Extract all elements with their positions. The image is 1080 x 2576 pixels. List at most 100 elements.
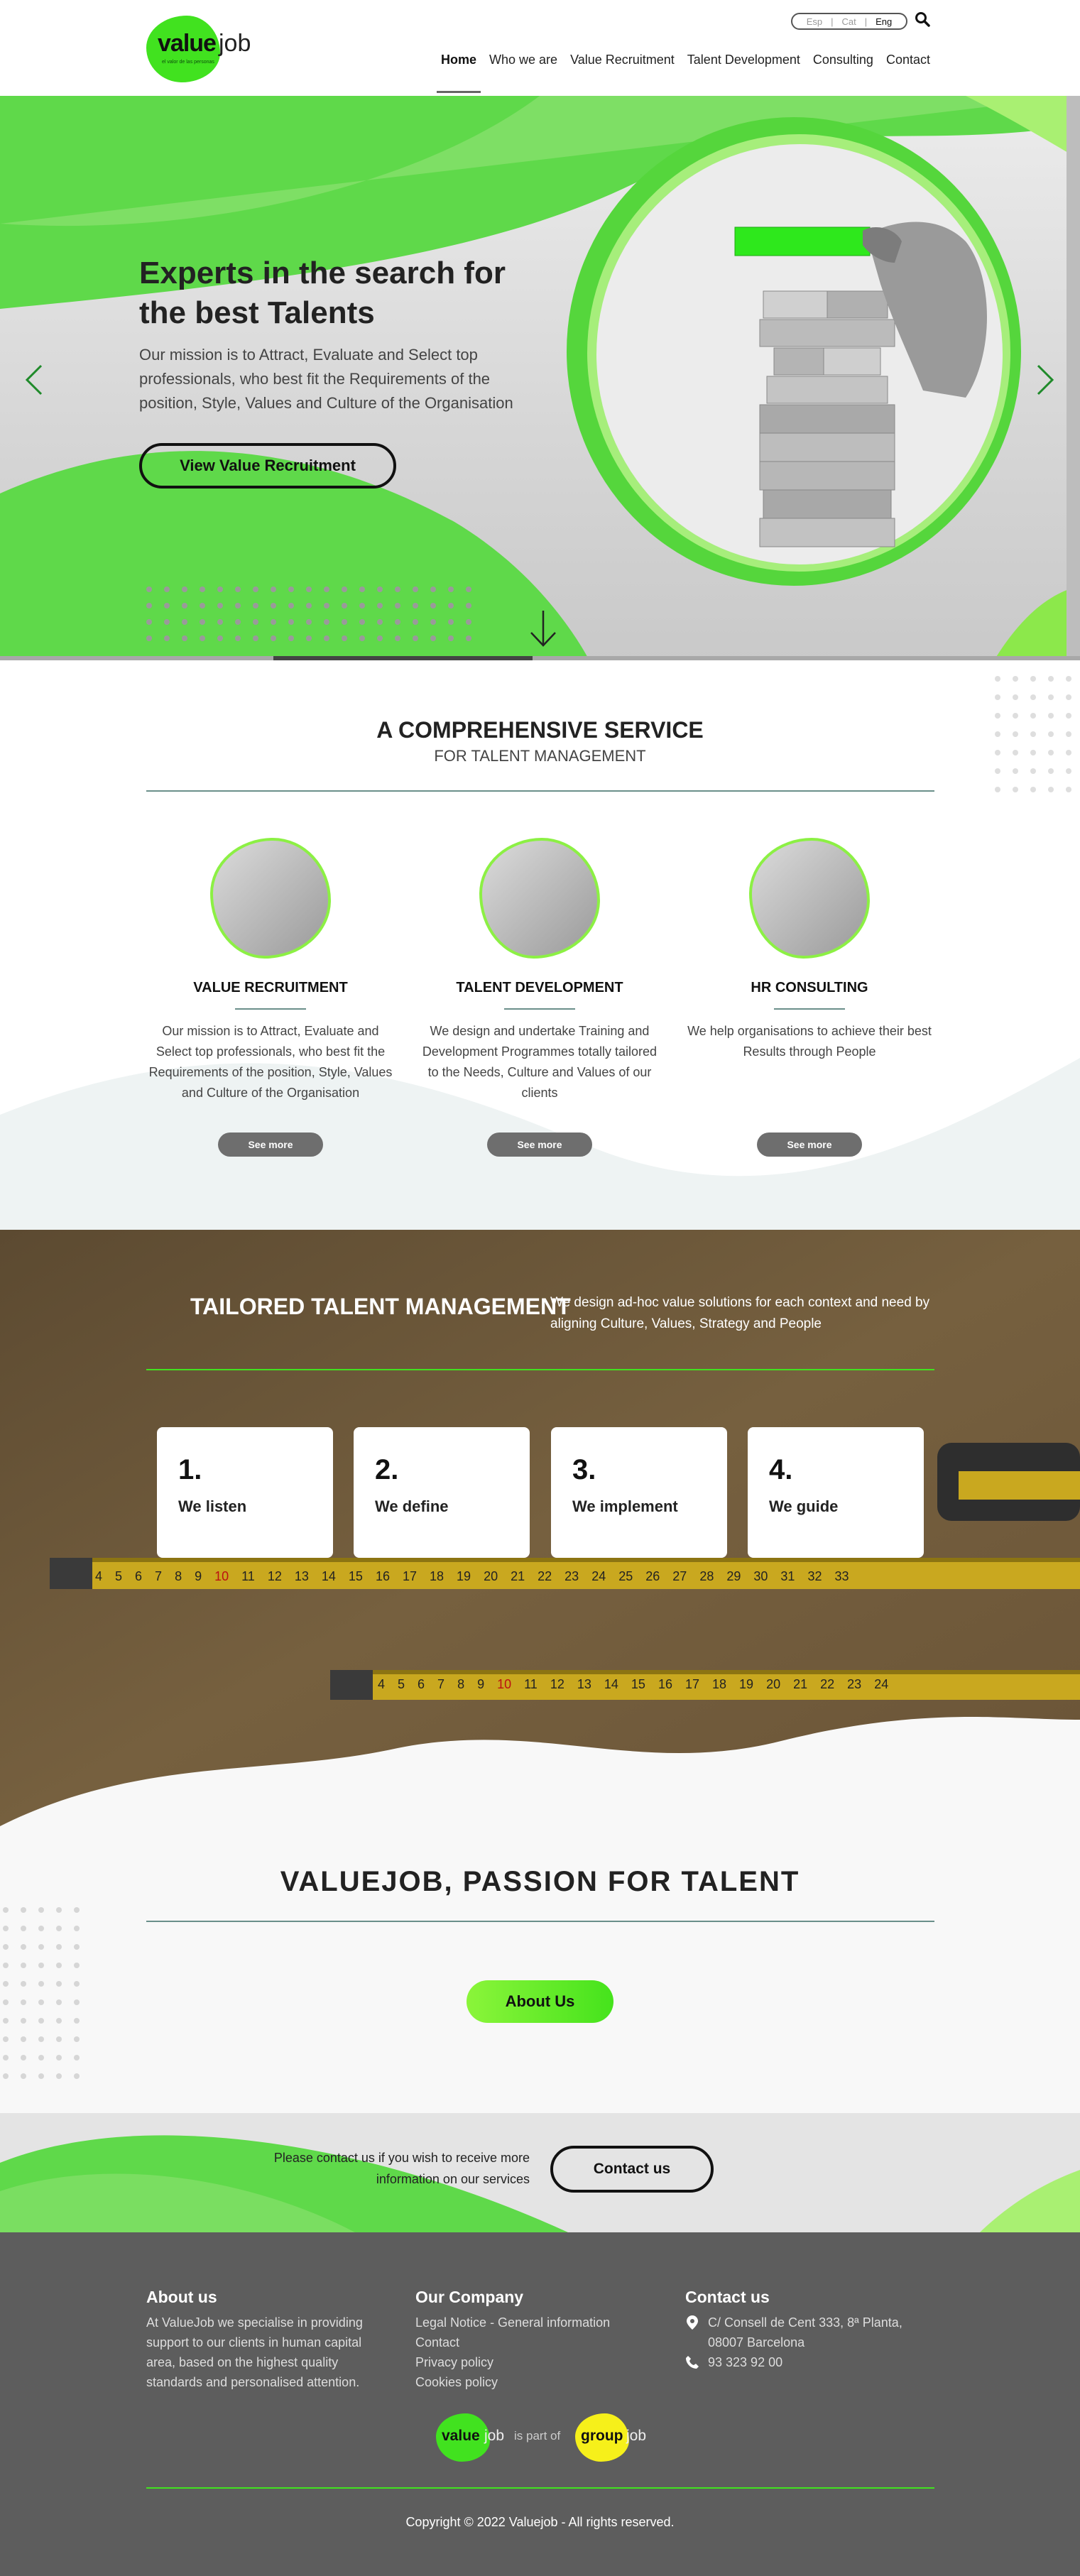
nav-contact[interactable]: Contact bbox=[886, 47, 930, 75]
tape-number: 27 bbox=[672, 1569, 687, 1583]
slider-next-arrow-icon[interactable] bbox=[1030, 359, 1058, 401]
card-divider bbox=[235, 1008, 306, 1010]
main-nav: Home Who we are Value Recruitment Talent… bbox=[433, 47, 930, 93]
footer-about: About us At ValueJob we specialise in pr… bbox=[146, 2288, 373, 2392]
tape-number: 8 bbox=[457, 1677, 465, 1691]
footer-contact: Contact us C/ Consell de Cent 333, 8ª Pl… bbox=[685, 2288, 934, 2372]
nav-value-recruitment[interactable]: Value Recruitment bbox=[570, 47, 675, 75]
card-title: HR CONSULTING bbox=[751, 980, 868, 995]
footer-link-contact[interactable]: Contact bbox=[415, 2332, 657, 2352]
about-us-button[interactable]: About Us bbox=[467, 1980, 613, 2023]
tape-number: 22 bbox=[538, 1569, 552, 1583]
tape-number: 26 bbox=[645, 1569, 660, 1583]
view-value-recruitment-button[interactable]: View Value Recruitment bbox=[139, 443, 396, 489]
tape-number: 13 bbox=[577, 1677, 591, 1691]
card-title: VALUE RECRUITMENT bbox=[193, 980, 348, 995]
tape-number: 14 bbox=[604, 1677, 618, 1691]
step-card-guide: 4. We guide bbox=[748, 1427, 924, 1558]
tape-number: 16 bbox=[375, 1569, 390, 1583]
footer-phone[interactable]: 93 323 92 00 bbox=[708, 2352, 934, 2372]
section-divider bbox=[146, 790, 934, 792]
valuejob-logo[interactable]: value job el valor de las personas bbox=[146, 13, 260, 84]
hero-side-scrollbar[interactable] bbox=[1067, 96, 1080, 660]
card-text: We help organisations to achieve their b… bbox=[687, 1024, 932, 1059]
tape-number: 8 bbox=[175, 1569, 182, 1583]
valuejob-mini-logo[interactable]: value bbox=[436, 2413, 490, 2462]
lang-cat[interactable]: Cat bbox=[842, 16, 856, 27]
tape-number: 11 bbox=[241, 1569, 255, 1583]
card-text: We design and undertake Training and Dev… bbox=[422, 1024, 658, 1100]
tape-number: 7 bbox=[437, 1677, 445, 1691]
tape-number: 21 bbox=[793, 1677, 808, 1691]
tape-number: 4 bbox=[95, 1569, 103, 1583]
mini-logo-job: job bbox=[484, 2428, 505, 2444]
tape-number: 31 bbox=[780, 1569, 795, 1583]
step-number: 2. bbox=[375, 1454, 399, 1485]
dot-grid-decoration bbox=[3, 1907, 80, 2079]
tailored-text: We design ad-hoc value solutions for eac… bbox=[550, 1295, 930, 1331]
step-label: We listen bbox=[178, 1497, 247, 1515]
slider-prev-arrow-icon[interactable] bbox=[21, 359, 50, 401]
nav-talent-development[interactable]: Talent Development bbox=[687, 47, 800, 75]
see-more-button[interactable]: See more bbox=[487, 1133, 592, 1157]
step-number: 4. bbox=[769, 1454, 793, 1485]
tape-number: 32 bbox=[807, 1569, 822, 1583]
tape-number: 28 bbox=[699, 1569, 714, 1583]
logo-word-value: value bbox=[158, 30, 217, 57]
service-title: A COMPREHENSIVE SERVICE bbox=[376, 717, 704, 743]
tape-number: 20 bbox=[484, 1569, 498, 1583]
group-logos: value job is part of group job bbox=[436, 2413, 649, 2465]
tape-number: 19 bbox=[457, 1569, 471, 1583]
see-more-button[interactable]: See more bbox=[218, 1133, 323, 1157]
hero-slider: Experts in the search for the best Talen… bbox=[0, 96, 1080, 660]
footer-link-cookies[interactable]: Cookies policy bbox=[415, 2372, 657, 2392]
footer-company: Our Company Legal Notice - General infor… bbox=[415, 2288, 657, 2392]
tape-number: 18 bbox=[712, 1677, 727, 1691]
step-number: 3. bbox=[572, 1454, 596, 1485]
tape-number: 15 bbox=[348, 1569, 363, 1583]
step-card-implement: 3. We implement bbox=[551, 1427, 727, 1558]
nav-home[interactable]: Home bbox=[436, 47, 481, 93]
search-icon[interactable] bbox=[915, 11, 930, 27]
step-label: We implement bbox=[572, 1497, 678, 1515]
tape-number: 6 bbox=[135, 1569, 143, 1583]
nav-consulting[interactable]: Consulting bbox=[813, 47, 873, 75]
footer-link-privacy[interactable]: Privacy policy bbox=[415, 2352, 657, 2372]
tape-number: 20 bbox=[766, 1677, 781, 1691]
step-number: 1. bbox=[178, 1454, 202, 1485]
section-divider bbox=[146, 1369, 934, 1370]
groupjob-mini-logo[interactable]: group bbox=[575, 2413, 629, 2462]
card-divider bbox=[774, 1008, 845, 1010]
language-switcher: Esp | Cat | Eng bbox=[791, 13, 907, 30]
tape-number: 16 bbox=[658, 1677, 672, 1691]
tape-number: 30 bbox=[753, 1569, 768, 1583]
tape-number: 9 bbox=[477, 1677, 485, 1691]
mini-logo-group: group bbox=[581, 2428, 623, 2444]
jenga-tower-image bbox=[734, 222, 987, 547]
service-section: A COMPREHENSIVE SERVICE FOR TALENT MANAG… bbox=[0, 660, 1080, 1230]
tape-number: 5 bbox=[115, 1569, 123, 1583]
card-title: TALENT DEVELOPMENT bbox=[456, 980, 623, 995]
footer-link-legal[interactable]: Legal Notice - General information bbox=[415, 2313, 657, 2332]
see-more-button[interactable]: See more bbox=[757, 1133, 862, 1157]
tape-number: 25 bbox=[618, 1569, 633, 1583]
dot-grid-decoration bbox=[146, 586, 471, 641]
lang-eng[interactable]: Eng bbox=[876, 16, 892, 27]
service-subtitle: FOR TALENT MANAGEMENT bbox=[434, 747, 646, 765]
contact-prompt-text: Please contact us if you wish to receive… bbox=[273, 2151, 530, 2186]
tailored-section: 4 5 6 7 8 9 10 11 12 13 14 15 16 17 18 19 20 21 22 23 24 25 26… bbox=[0, 1230, 1080, 1830]
tape-number: 19 bbox=[739, 1677, 754, 1691]
lang-esp[interactable]: Esp bbox=[807, 16, 822, 27]
hero-title: Experts in the search for the best Talen… bbox=[139, 256, 506, 330]
lang-separator: | bbox=[831, 16, 834, 27]
logo-tagline: el valor de las personas bbox=[162, 60, 214, 65]
tape-number: 29 bbox=[726, 1569, 741, 1583]
step-card-define: 2. We define bbox=[354, 1427, 530, 1558]
card-divider bbox=[504, 1008, 575, 1010]
tape-number: 10 bbox=[497, 1677, 512, 1691]
nav-who-we-are[interactable]: Who we are bbox=[489, 47, 557, 75]
scroll-down-arrow-icon[interactable] bbox=[525, 607, 561, 650]
phone-icon bbox=[686, 2356, 699, 2369]
contact-us-button[interactable]: Contact us bbox=[550, 2146, 714, 2193]
passion-title: VALUEJOB, PASSION FOR TALENT bbox=[280, 1866, 800, 1897]
